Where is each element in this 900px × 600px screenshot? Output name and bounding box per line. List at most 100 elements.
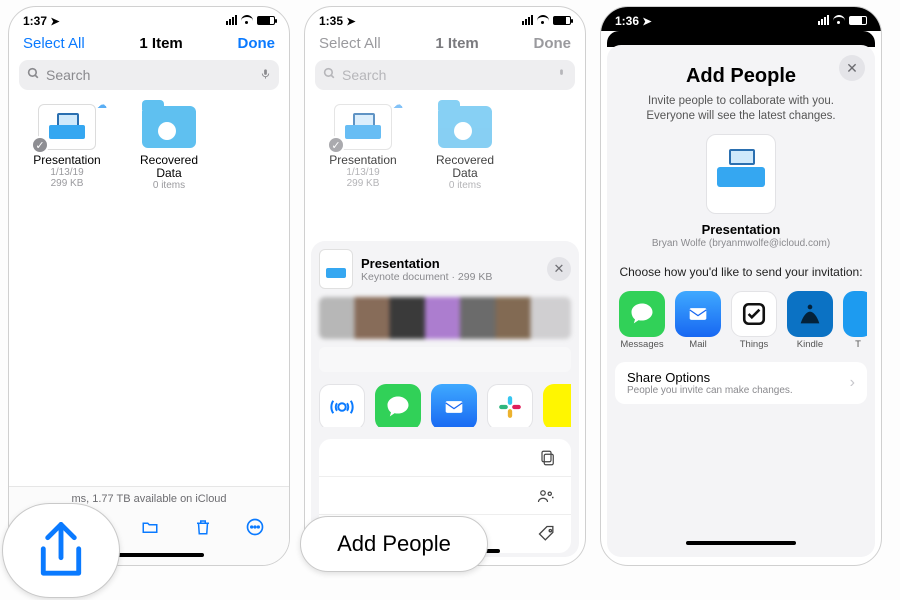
wifi-icon bbox=[833, 15, 845, 25]
callout-share-icon bbox=[2, 503, 120, 598]
file-meta-size: 299 KB bbox=[323, 178, 403, 189]
battery-icon bbox=[553, 16, 571, 25]
cloud-upload-icon: ☁︎ bbox=[393, 100, 403, 111]
invite-app-label: Mail bbox=[689, 339, 706, 350]
app-icon bbox=[543, 384, 571, 427]
close-icon[interactable]: ✕ bbox=[547, 257, 571, 281]
file-meta-size: 299 KB bbox=[27, 178, 107, 189]
keynote-doc-icon bbox=[706, 134, 776, 214]
kindle-icon bbox=[787, 291, 833, 337]
battery-icon bbox=[257, 16, 275, 25]
share-contacts-row[interactable] bbox=[319, 297, 571, 339]
share-app-slack[interactable]: Slack bbox=[487, 384, 533, 427]
share-app-messages[interactable]: Messages bbox=[375, 384, 421, 427]
trash-icon[interactable] bbox=[194, 517, 212, 542]
home-indicator[interactable] bbox=[686, 541, 796, 545]
sheet-subtitle: Invite people to collaborate with you. E… bbox=[615, 88, 867, 134]
invite-app-label: Things bbox=[740, 339, 769, 350]
add-people-sheet: ✕ Add People Invite people to collaborat… bbox=[607, 45, 875, 557]
nav-bar: Select All 1 Item Done bbox=[305, 31, 585, 58]
select-all-button: Select All bbox=[319, 35, 381, 52]
nav-title: 1 Item bbox=[139, 35, 182, 52]
search-placeholder: Search bbox=[46, 67, 90, 83]
file-meta-count: 0 items bbox=[129, 180, 209, 191]
airdrop-icon bbox=[319, 384, 365, 427]
share-contacts-row-2[interactable] bbox=[319, 347, 571, 372]
file-meta-date: 1/13/19 bbox=[323, 167, 403, 178]
invite-app-kindle[interactable]: Kindle bbox=[787, 291, 833, 350]
close-icon[interactable]: ✕ bbox=[839, 55, 865, 81]
share-action-copy[interactable] bbox=[319, 439, 571, 477]
share-doc-title: Presentation bbox=[361, 256, 539, 271]
status-bar: 1:37 ➤ bbox=[9, 7, 289, 31]
share-app-mail[interactable]: Mail bbox=[431, 384, 477, 427]
share-action-add-people[interactable] bbox=[319, 477, 571, 515]
file-tile-recovered-data: Recovered Data 0 items bbox=[425, 104, 505, 191]
file-name: Recovered Data bbox=[425, 154, 505, 180]
search-field: Search bbox=[315, 60, 575, 90]
move-folder-icon[interactable] bbox=[139, 518, 161, 541]
share-apps-row: AirDrop Messages Mail Slack Sn bbox=[319, 380, 571, 427]
share-options-row[interactable]: Share Options People you invite can make… bbox=[615, 362, 867, 404]
file-tile-presentation: ☁︎ ✓ Presentation 1/13/19 299 KB bbox=[323, 104, 403, 191]
dictation-icon bbox=[556, 67, 567, 84]
invite-app-messages[interactable]: Messages bbox=[619, 291, 665, 350]
phone-files-selected: 1:37 ➤ Select All 1 Item Done Search bbox=[8, 6, 290, 566]
invite-app-label: Messages bbox=[620, 339, 663, 350]
battery-icon bbox=[849, 16, 867, 25]
file-name: Presentation bbox=[323, 154, 403, 167]
share-options-title: Share Options bbox=[627, 370, 793, 385]
choose-invite-label: Choose how you'd like to send your invit… bbox=[615, 265, 867, 279]
folder-icon bbox=[436, 104, 494, 150]
status-time: 1:36 ➤ bbox=[615, 14, 652, 28]
chevron-right-icon: › bbox=[850, 374, 855, 392]
cellular-signal-icon bbox=[522, 15, 533, 25]
messages-icon bbox=[375, 384, 421, 427]
app-icon bbox=[843, 291, 867, 337]
selected-check-icon: ✓ bbox=[31, 136, 49, 154]
file-grid: ☁︎ ✓ Presentation 1/13/19 299 KB Recover… bbox=[305, 100, 585, 195]
location-arrow-icon: ➤ bbox=[642, 16, 651, 28]
things-icon bbox=[731, 291, 777, 337]
share-app-airdrop[interactable]: AirDrop bbox=[319, 384, 365, 427]
selected-check-icon: ✓ bbox=[327, 136, 345, 154]
messages-icon bbox=[619, 291, 665, 337]
invite-app-mail[interactable]: Mail bbox=[675, 291, 721, 350]
select-all-button[interactable]: Select All bbox=[23, 35, 85, 52]
file-tile-presentation[interactable]: ☁︎ ✓ Presentation 1/13/19 299 KB bbox=[27, 104, 107, 191]
done-button[interactable]: Done bbox=[238, 35, 276, 52]
sheet-title: Add People bbox=[615, 65, 867, 88]
mail-icon bbox=[431, 384, 477, 427]
doc-owner: Bryan Wolfe (bryanmwolfe@icloud.com) bbox=[615, 238, 867, 249]
nav-title: 1 Item bbox=[435, 35, 478, 52]
search-field[interactable]: Search bbox=[19, 60, 279, 90]
callout-label: Add People bbox=[337, 531, 451, 557]
share-sheet: Presentation Keynote document · 299 KB ✕… bbox=[311, 241, 579, 557]
phone-add-people: 1:36 ➤ ✕ Add People Invite people to col… bbox=[600, 6, 882, 566]
slack-icon bbox=[487, 384, 533, 427]
search-placeholder: Search bbox=[342, 67, 386, 83]
dictation-icon[interactable] bbox=[260, 67, 271, 84]
more-icon[interactable] bbox=[245, 517, 265, 542]
file-name: Recovered Data bbox=[129, 154, 209, 180]
share-app-more[interactable]: Sn bbox=[543, 384, 571, 427]
invite-app-things[interactable]: Things bbox=[731, 291, 777, 350]
search-icon bbox=[27, 67, 40, 83]
invite-apps-row: Messages Mail Things Kindle T bbox=[615, 287, 867, 350]
doc-name: Presentation bbox=[615, 222, 867, 237]
file-name: Presentation bbox=[27, 154, 107, 167]
wifi-icon bbox=[241, 15, 253, 25]
file-meta-date: 1/13/19 bbox=[27, 167, 107, 178]
keynote-doc-icon bbox=[319, 249, 353, 289]
status-time: 1:35 ➤ bbox=[319, 14, 356, 28]
status-bar: 1:35 ➤ bbox=[305, 7, 585, 31]
mail-icon bbox=[675, 291, 721, 337]
cloud-upload-icon: ☁︎ bbox=[97, 100, 107, 111]
cellular-signal-icon bbox=[226, 15, 237, 25]
file-grid: ☁︎ ✓ Presentation 1/13/19 299 KB Recover… bbox=[9, 100, 289, 195]
wifi-icon bbox=[537, 15, 549, 25]
invite-app-more[interactable]: T bbox=[843, 291, 867, 350]
file-tile-recovered-data[interactable]: Recovered Data 0 items bbox=[129, 104, 209, 191]
file-meta-count: 0 items bbox=[425, 180, 505, 191]
search-icon bbox=[323, 67, 336, 83]
